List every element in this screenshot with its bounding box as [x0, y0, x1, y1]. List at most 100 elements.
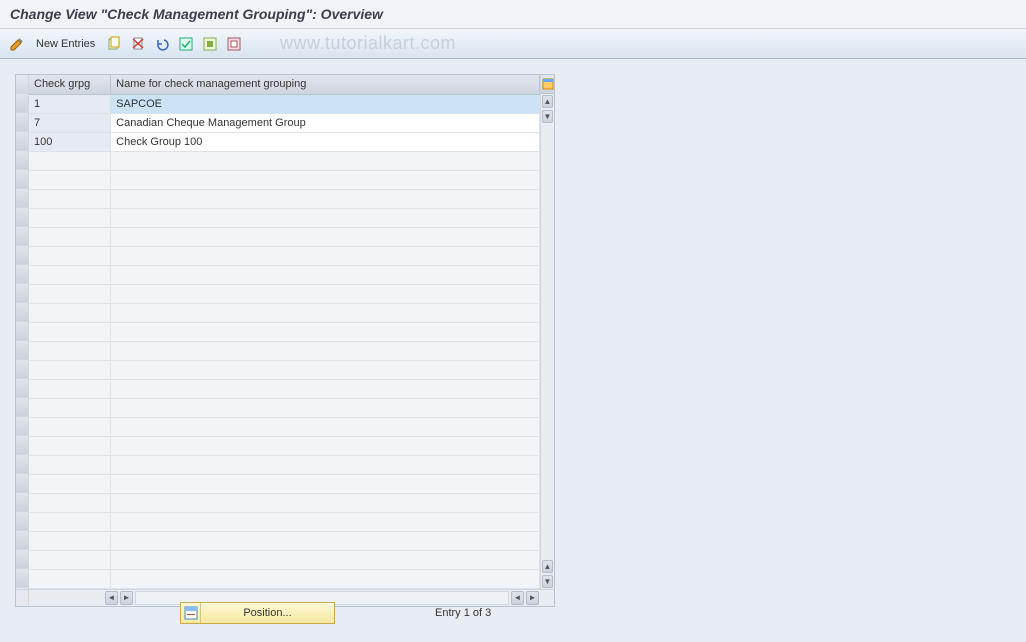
row-selector[interactable] — [16, 151, 28, 170]
column-header-name[interactable]: Name for check management grouping — [111, 75, 540, 94]
copy-as-icon[interactable] — [105, 35, 123, 53]
cell-name[interactable] — [111, 189, 540, 208]
cell-name[interactable] — [111, 322, 540, 341]
row-selector[interactable] — [16, 170, 28, 189]
delete-icon[interactable] — [129, 35, 147, 53]
row-selector[interactable] — [16, 455, 28, 474]
cell-name[interactable] — [111, 360, 540, 379]
table-row-empty[interactable] — [29, 246, 540, 265]
cell-code[interactable] — [29, 227, 111, 246]
row-selector[interactable] — [16, 113, 28, 132]
cell-code[interactable]: 7 — [29, 113, 111, 132]
cell-code[interactable] — [29, 208, 111, 227]
row-selector[interactable] — [16, 512, 28, 531]
row-selector[interactable] — [16, 189, 28, 208]
undo-icon[interactable] — [153, 35, 171, 53]
cell-name[interactable] — [111, 246, 540, 265]
table-row-empty[interactable] — [29, 189, 540, 208]
cell-code[interactable] — [29, 455, 111, 474]
cell-code[interactable] — [29, 379, 111, 398]
cell-name[interactable] — [111, 569, 540, 588]
select-block-icon[interactable] — [201, 35, 219, 53]
row-selector[interactable] — [16, 94, 28, 113]
table-row[interactable]: 1SAPCOE — [29, 94, 540, 113]
select-all-icon[interactable] — [177, 35, 195, 53]
row-selector[interactable] — [16, 531, 28, 550]
scroll-up-button-2[interactable]: ▲ — [542, 560, 553, 573]
cell-name[interactable] — [111, 550, 540, 569]
cell-name[interactable] — [111, 455, 540, 474]
table-row-empty[interactable] — [29, 303, 540, 322]
table-row-empty[interactable] — [29, 531, 540, 550]
cell-name[interactable] — [111, 379, 540, 398]
row-selector[interactable] — [16, 265, 28, 284]
table-row-empty[interactable] — [29, 550, 540, 569]
cell-code[interactable] — [29, 493, 111, 512]
row-selector[interactable] — [16, 550, 28, 569]
cell-code[interactable] — [29, 189, 111, 208]
cell-code[interactable] — [29, 246, 111, 265]
cell-name[interactable] — [111, 436, 540, 455]
cell-code[interactable] — [29, 265, 111, 284]
cell-name[interactable] — [111, 512, 540, 531]
cell-code[interactable] — [29, 284, 111, 303]
toggle-change-icon[interactable] — [8, 35, 26, 53]
table-row-empty[interactable] — [29, 151, 540, 170]
table-row[interactable]: 7Canadian Cheque Management Group — [29, 113, 540, 132]
cell-code[interactable] — [29, 512, 111, 531]
row-selector[interactable] — [16, 398, 28, 417]
table-row-empty[interactable] — [29, 208, 540, 227]
row-selector[interactable] — [16, 379, 28, 398]
table-row-empty[interactable] — [29, 474, 540, 493]
table-row-empty[interactable] — [29, 493, 540, 512]
cell-code[interactable] — [29, 151, 111, 170]
row-selector-header[interactable] — [16, 75, 28, 94]
cell-name[interactable] — [111, 151, 540, 170]
table-row-empty[interactable] — [29, 265, 540, 284]
row-selector[interactable] — [16, 227, 28, 246]
table-row-empty[interactable] — [29, 360, 540, 379]
row-selector[interactable] — [16, 284, 28, 303]
cell-name[interactable] — [111, 341, 540, 360]
cell-name[interactable] — [111, 265, 540, 284]
table-row-empty[interactable] — [29, 322, 540, 341]
table-row-empty[interactable] — [29, 284, 540, 303]
row-selector[interactable] — [16, 208, 28, 227]
cell-code[interactable] — [29, 436, 111, 455]
row-selector[interactable] — [16, 417, 28, 436]
cell-code[interactable] — [29, 360, 111, 379]
cell-code[interactable] — [29, 322, 111, 341]
scroll-up-button[interactable]: ▲ — [542, 95, 553, 108]
row-selector[interactable] — [16, 360, 28, 379]
cell-name[interactable]: Check Group 100 — [111, 132, 540, 151]
cell-code[interactable] — [29, 341, 111, 360]
table-row-empty[interactable] — [29, 436, 540, 455]
cell-name[interactable] — [111, 398, 540, 417]
table-row-empty[interactable] — [29, 227, 540, 246]
row-selector[interactable] — [16, 569, 28, 588]
row-selector[interactable] — [16, 474, 28, 493]
table-row-empty[interactable] — [29, 417, 540, 436]
row-selector[interactable] — [16, 303, 28, 322]
cell-name[interactable] — [111, 417, 540, 436]
table-row-empty[interactable] — [29, 398, 540, 417]
cell-code[interactable] — [29, 531, 111, 550]
cell-name[interactable] — [111, 208, 540, 227]
row-selector[interactable] — [16, 341, 28, 360]
deselect-all-icon[interactable] — [225, 35, 243, 53]
table-row-empty[interactable] — [29, 170, 540, 189]
cell-code[interactable]: 1 — [29, 94, 111, 113]
cell-name[interactable] — [111, 284, 540, 303]
cell-code[interactable] — [29, 170, 111, 189]
cell-name[interactable] — [111, 227, 540, 246]
vertical-scroll-track[interactable] — [541, 124, 554, 559]
row-selector[interactable] — [16, 322, 28, 341]
row-selector[interactable] — [16, 132, 28, 151]
cell-code[interactable] — [29, 569, 111, 588]
cell-code[interactable] — [29, 398, 111, 417]
cell-name[interactable] — [111, 170, 540, 189]
table-row[interactable]: 100Check Group 100 — [29, 132, 540, 151]
cell-name[interactable]: Canadian Cheque Management Group — [111, 113, 540, 132]
cell-code[interactable]: 100 — [29, 132, 111, 151]
table-row-empty[interactable] — [29, 512, 540, 531]
